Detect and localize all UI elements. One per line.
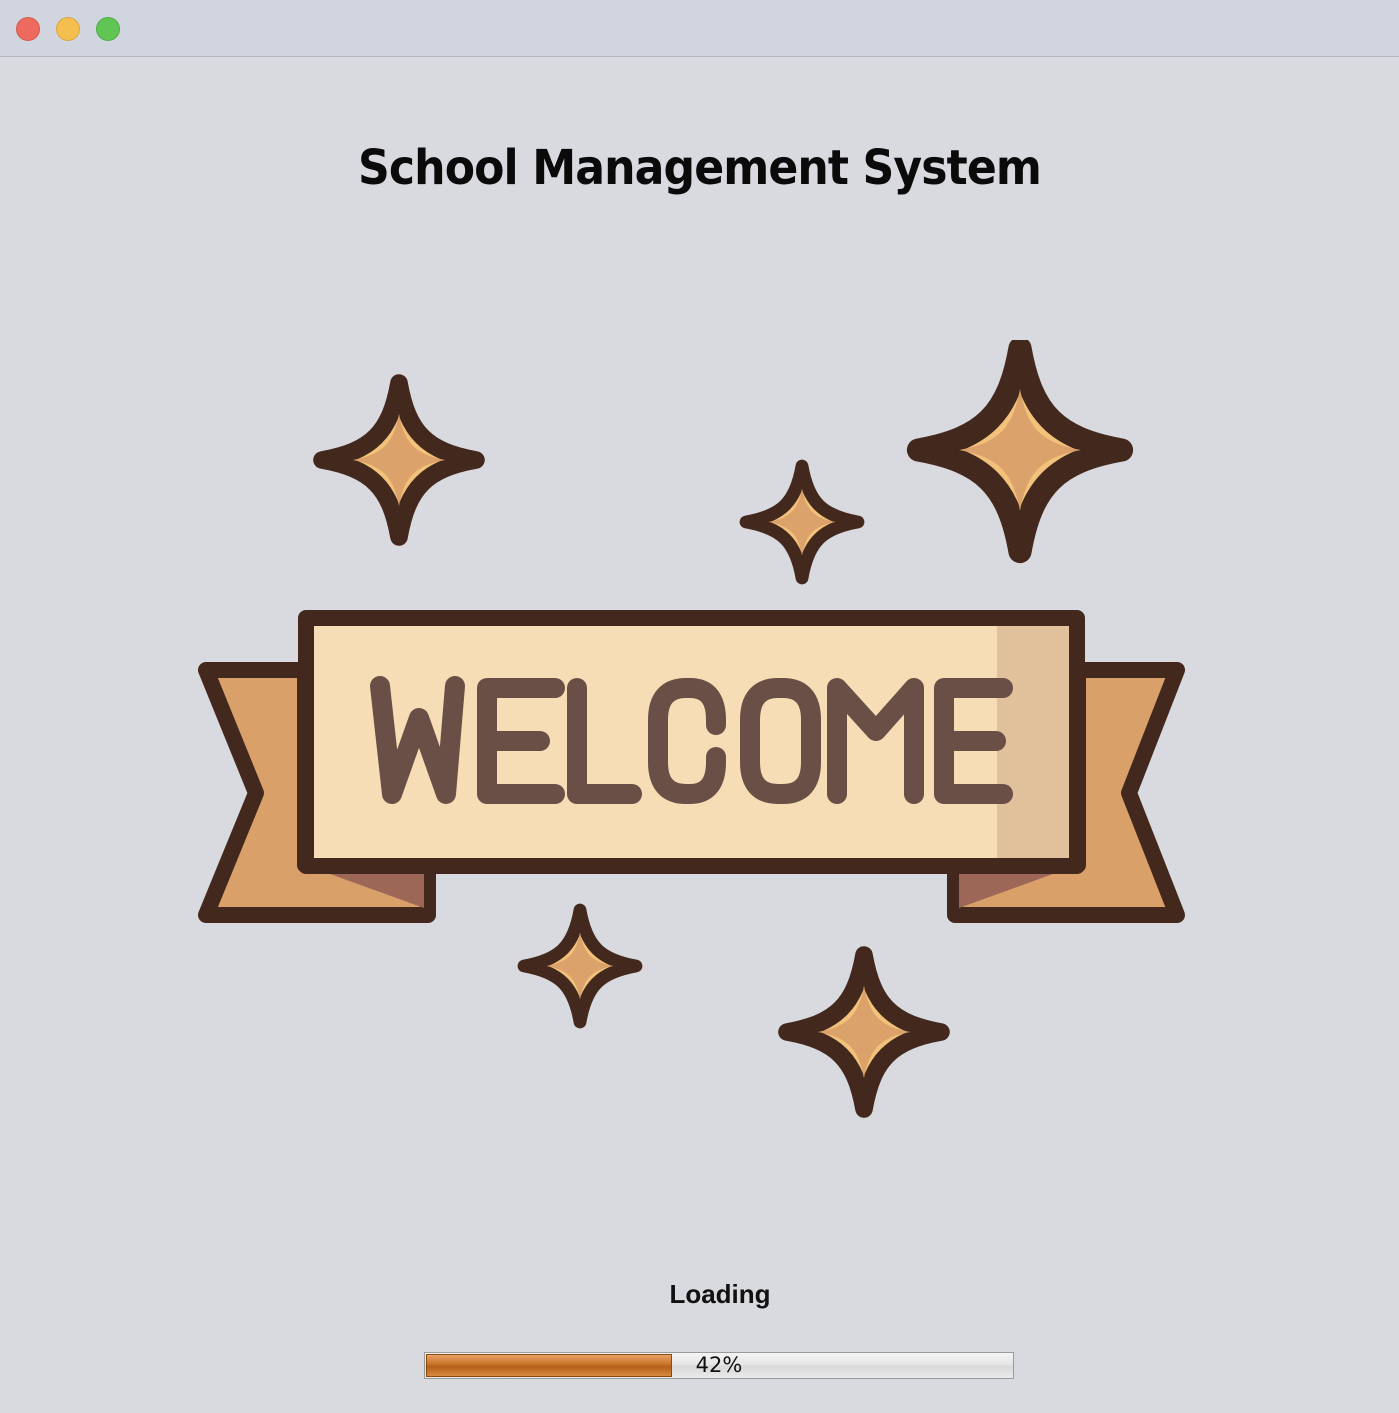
loading-progress-bar: 42% — [424, 1352, 1014, 1379]
zoom-window-button[interactable] — [96, 17, 120, 41]
title-bar — [0, 0, 1399, 57]
app-title: School Management System — [358, 140, 1042, 196]
minimize-window-button[interactable] — [56, 17, 80, 41]
loading-label: Loading — [669, 1279, 771, 1309]
progress-percent: 42% — [695, 1353, 743, 1377]
splash-window: School Management System Loading 42% — [0, 0, 1399, 1413]
close-window-button[interactable] — [16, 17, 40, 41]
welcome-banner-icon — [198, 340, 1185, 1120]
